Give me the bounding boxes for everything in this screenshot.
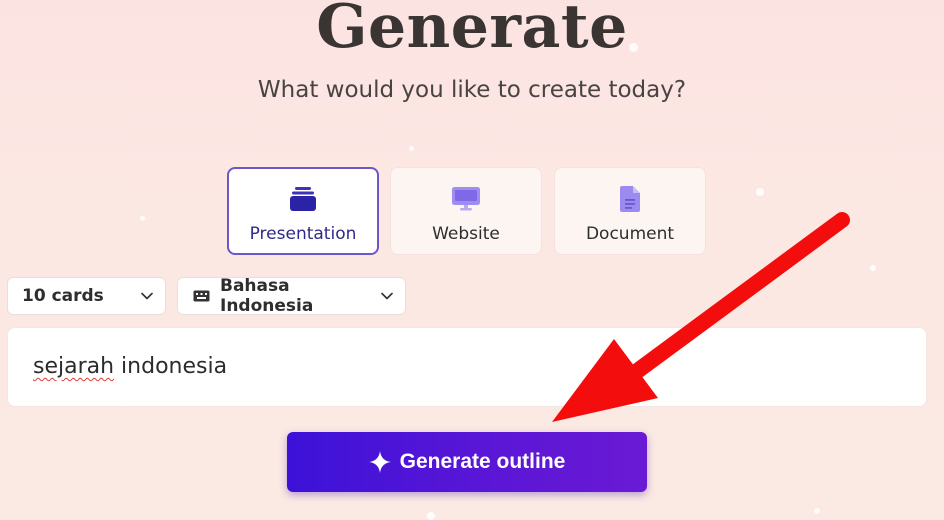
cards-count-value: 10 cards [22,286,104,306]
type-card-document[interactable]: Document [554,167,706,255]
page-title: Generate [316,0,628,62]
type-card-presentation[interactable]: Presentation [227,167,379,255]
type-card-label: Document [585,224,675,244]
language-dropdown[interactable]: Bahasa Indonesia [177,276,406,316]
background-sparkle [756,188,764,196]
type-card-label: Website [432,224,500,244]
chevron-down-icon [381,292,393,300]
page-subtitle: What would you like to create today? [257,77,687,103]
cards-count-dropdown[interactable]: 10 cards [7,277,166,315]
chevron-down-icon [141,292,153,300]
generate-outline-label: Generate outline [399,450,566,473]
presentation-stack-icon [290,186,316,212]
keyboard-icon [193,290,210,302]
background-sparkle [409,146,414,151]
language-value: Bahasa Indonesia [220,276,314,316]
document-icon [620,186,640,212]
background-sparkle [814,508,820,514]
prompt-input[interactable]: sejarah indonesia [7,327,927,407]
misspelled-word: sejarah [33,354,115,379]
prompt-text: indonesia [114,354,228,379]
type-card-label: Presentation [249,224,357,244]
background-sparkle [870,265,876,271]
background-sparkle [140,216,145,221]
sparkle-icon [368,451,391,473]
type-card-website[interactable]: Website [390,167,542,255]
background-sparkle [427,512,435,520]
monitor-icon [452,186,480,212]
generate-outline-button[interactable]: Generate outline [287,432,647,492]
